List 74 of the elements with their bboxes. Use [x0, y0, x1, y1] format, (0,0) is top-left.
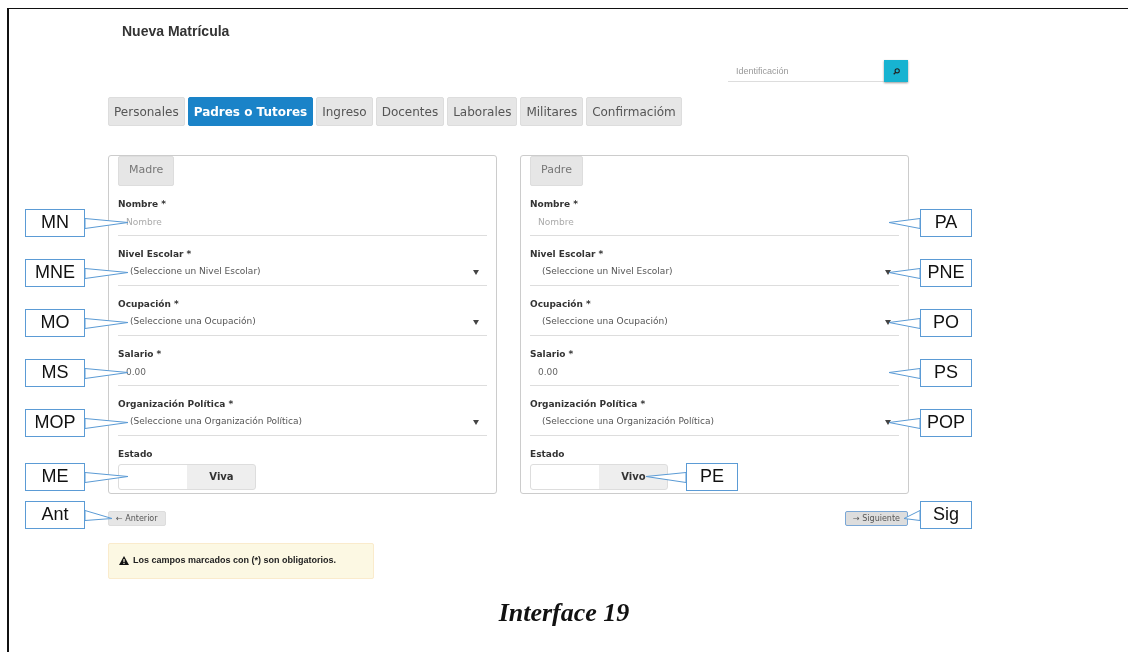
field-label: Organización Política *	[118, 398, 235, 410]
leader-line	[84, 472, 129, 483]
callout-label: Ant	[25, 500, 85, 529]
select-field[interactable]: (Seleccione un Nivel Escolar)	[118, 259, 487, 286]
field-label: Nivel Escolar *	[530, 248, 605, 260]
status-toggle[interactable]: Vivo	[530, 463, 668, 490]
caret-icon	[473, 319, 479, 325]
leader-line	[888, 368, 921, 379]
select-field[interactable]: (Seleccione una Ocupación)	[118, 309, 487, 336]
callout-label: MOP	[25, 408, 85, 437]
leader-line	[645, 472, 687, 483]
callout-label: MNE	[25, 258, 85, 287]
callout-label: PA	[920, 208, 972, 237]
input-field[interactable]: Nombre	[530, 209, 899, 236]
field-label: Nombre *	[530, 198, 579, 210]
figure-caption: Interface 19	[497, 597, 631, 629]
callout-label: MN	[25, 208, 85, 237]
search-button[interactable]	[884, 60, 908, 82]
caret-icon	[473, 419, 479, 425]
nav-button[interactable]: → Siguiente	[845, 511, 908, 526]
select-field[interactable]: (Seleccione una Organización Política)	[530, 409, 899, 436]
field-label: Ocupación *	[118, 298, 180, 310]
callout-label: PE	[686, 462, 738, 491]
field-label: Salario *	[118, 348, 163, 360]
warning-icon	[119, 556, 129, 566]
field-label: Organización Política *	[530, 398, 647, 410]
tab[interactable]: Confirmacióm	[586, 97, 682, 126]
field-label: Estado	[118, 448, 154, 460]
input-field[interactable]: 0.00	[530, 359, 899, 386]
callout-label: Sig	[920, 500, 972, 529]
panel-legend: Padre	[530, 156, 583, 186]
input-field[interactable]: Nombre	[118, 209, 487, 236]
caret-icon	[473, 269, 479, 275]
callout-label: MO	[25, 308, 85, 337]
select-field[interactable]: (Seleccione un Nivel Escolar)	[530, 259, 899, 286]
select-field[interactable]: (Seleccione una Ocupación)	[530, 309, 899, 336]
caret-icon	[885, 269, 891, 275]
status-toggle[interactable]: Viva	[118, 463, 256, 490]
tab[interactable]: Personales	[108, 97, 185, 126]
caret-icon	[885, 319, 891, 325]
page-title: Nueva Matrícula	[122, 22, 231, 41]
callout-label: PS	[920, 358, 972, 387]
tab[interactable]: Militares	[520, 97, 584, 126]
search-icon	[892, 67, 900, 75]
caret-icon	[885, 419, 891, 425]
leader-line	[903, 510, 921, 521]
input-field[interactable]: 0.00	[118, 359, 487, 386]
leader-line	[888, 418, 921, 429]
tab[interactable]: Ingreso	[316, 97, 373, 126]
tab[interactable]: Padres o Tutores	[187, 97, 314, 126]
select-field[interactable]: (Seleccione una Organización Política)	[118, 409, 487, 436]
field-label: Ocupación *	[530, 298, 592, 310]
field-label: Estado	[530, 448, 566, 460]
leader-line	[888, 218, 921, 229]
leader-line	[84, 318, 129, 329]
alert-text: Los campos marcados con (*) son obligatorios.	[133, 554, 337, 567]
panel-legend: Madre	[118, 156, 175, 186]
callout-label: MS	[25, 358, 85, 387]
tab[interactable]: Laborales	[447, 97, 518, 126]
leader-line	[84, 218, 129, 229]
callout-label: ME	[25, 462, 85, 491]
nav-button[interactable]: ← Anterior	[108, 511, 166, 526]
tab[interactable]: Docentes	[375, 97, 445, 126]
leader-line	[84, 268, 129, 279]
leader-line	[84, 418, 129, 429]
field-label: Nivel Escolar *	[118, 248, 193, 260]
leader-line	[84, 510, 113, 521]
callout-label: PO	[920, 308, 972, 337]
callout-label: POP	[920, 408, 972, 437]
callout-label: PNE	[920, 258, 972, 287]
field-label: Nombre *	[118, 198, 167, 210]
leader-line	[888, 318, 921, 329]
leader-line	[888, 268, 921, 279]
field-label: Salario *	[530, 348, 575, 360]
